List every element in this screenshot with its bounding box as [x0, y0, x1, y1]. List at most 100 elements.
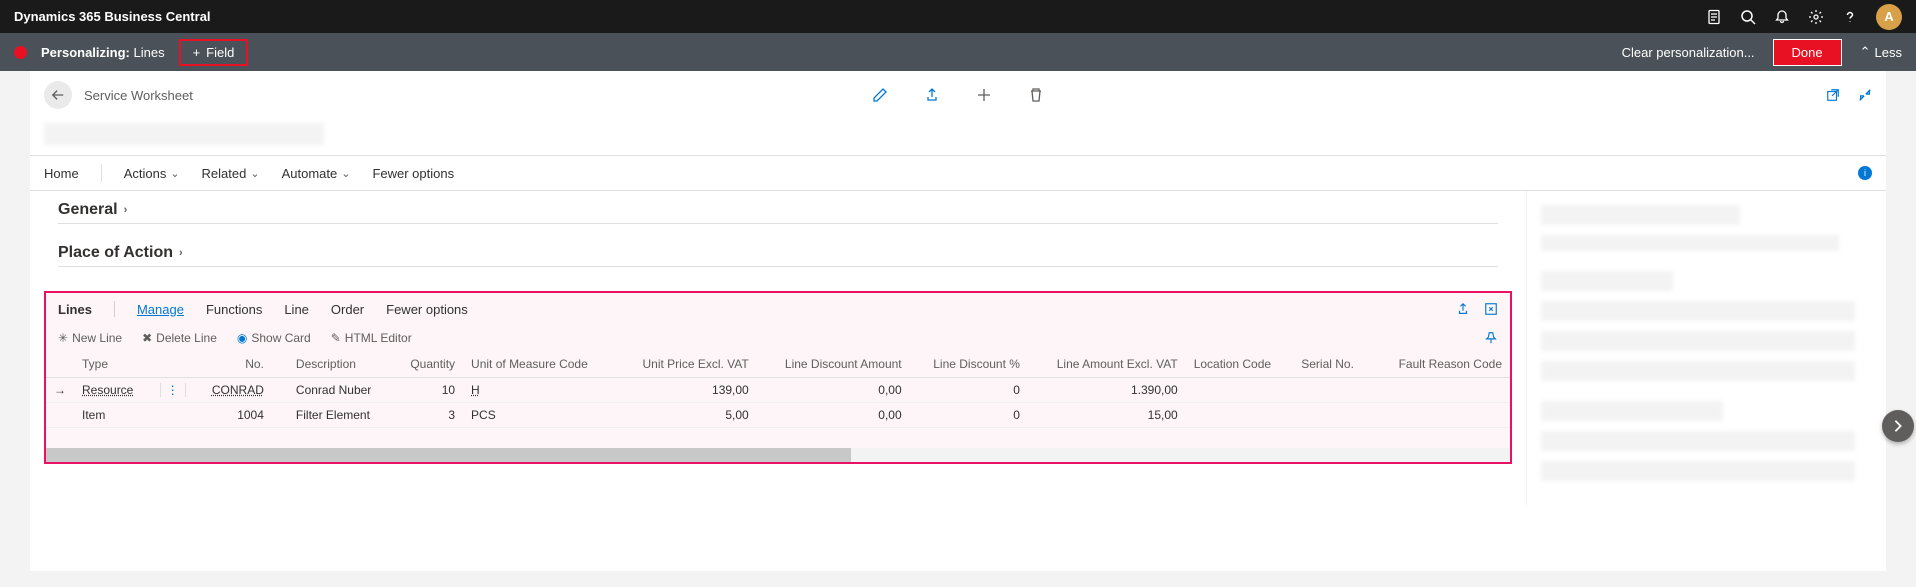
share-icon[interactable]	[924, 87, 940, 103]
cell-type[interactable]: Resource	[82, 383, 133, 397]
cell-no[interactable]: CONRAD	[212, 383, 264, 397]
col-unitprice[interactable]: Unit Price Excl. VAT	[616, 351, 757, 378]
cell-type[interactable]: Item	[74, 403, 152, 428]
share-icon[interactable]	[1456, 302, 1470, 316]
pin-icon[interactable]	[1484, 331, 1498, 345]
app-title: Dynamics 365 Business Central	[14, 9, 1706, 24]
col-discpct[interactable]: Line Discount %	[910, 351, 1028, 378]
cell-discpct[interactable]: 0	[910, 403, 1028, 428]
page-actions-right	[1826, 88, 1872, 102]
plus-icon[interactable]	[976, 87, 992, 103]
lines-tab-order[interactable]: Order	[331, 302, 364, 317]
search-icon[interactable]	[1740, 9, 1756, 25]
personalize-bar: Personalizing: Lines + Field Clear perso…	[0, 33, 1916, 71]
section-place-label: Place of Action	[58, 244, 173, 262]
gear-icon[interactable]	[1808, 9, 1824, 25]
cell-uom[interactable]: H	[471, 383, 480, 397]
lines-tab-manage[interactable]: Manage	[137, 302, 184, 317]
lines-tab-functions[interactable]: Functions	[206, 302, 262, 317]
col-uom[interactable]: Unit of Measure Code	[463, 351, 616, 378]
doc-icon[interactable]	[1706, 9, 1722, 25]
horizontal-scrollbar[interactable]	[46, 448, 1510, 462]
cell-discamt[interactable]: 0,00	[757, 403, 910, 428]
new-line-button[interactable]: ✳New Line	[58, 331, 122, 345]
html-editor-button[interactable]: ✎HTML Editor	[331, 331, 412, 345]
tab-home[interactable]: Home	[44, 166, 79, 181]
next-record-button[interactable]	[1882, 410, 1914, 442]
personalize-label: Personalizing: Lines	[41, 45, 165, 60]
cell-discpct[interactable]: 0	[910, 378, 1028, 403]
lines-actions: ✳New Line ✖Delete Line ◉Show Card ✎HTML …	[46, 325, 1510, 351]
lines-tab-line[interactable]: Line	[284, 302, 309, 317]
collapse-icon[interactable]	[1858, 88, 1872, 102]
cell-lineamt[interactable]: 1.390,00	[1028, 378, 1186, 403]
cell-unitprice[interactable]: 139,00	[616, 378, 757, 403]
col-desc[interactable]: Description	[288, 351, 393, 378]
record-dot-icon	[14, 46, 27, 59]
section-general[interactable]: General ›	[58, 201, 1498, 224]
add-field-button[interactable]: + Field	[179, 39, 249, 66]
delete-line-icon: ✖	[142, 331, 152, 345]
table-row[interactable]: → Resource ⋮ CONRAD Conrad Nuber 10 H 13…	[46, 378, 1510, 403]
cell-no[interactable]: 1004	[194, 403, 272, 428]
cell-desc[interactable]: Filter Element	[288, 403, 393, 428]
factbox-pane	[1526, 191, 1886, 505]
section-general-label: General	[58, 201, 118, 219]
pencil-icon: ✎	[331, 331, 341, 345]
col-fault[interactable]: Fault Reason Code	[1372, 351, 1510, 378]
cell-desc[interactable]: Conrad Nuber	[288, 378, 393, 403]
cell-qty[interactable]: 3	[393, 403, 463, 428]
col-no[interactable]: No.	[194, 351, 272, 378]
section-place-of-action[interactable]: Place of Action ›	[58, 244, 1498, 267]
tab-related[interactable]: Related ⌄	[202, 166, 260, 181]
expand-icon[interactable]	[1484, 302, 1498, 316]
avatar[interactable]: A	[1876, 4, 1902, 30]
show-card-button[interactable]: ◉Show Card	[237, 331, 311, 345]
new-line-icon: ✳	[58, 331, 68, 345]
delete-icon[interactable]	[1028, 87, 1044, 103]
cell-unitprice[interactable]: 5,00	[616, 403, 757, 428]
chevron-right-icon: ›	[124, 204, 128, 216]
lines-title: Lines	[58, 302, 92, 317]
cell-uom[interactable]: PCS	[463, 403, 616, 428]
popout-icon[interactable]	[1826, 88, 1840, 102]
scroll-thumb[interactable]	[46, 448, 851, 462]
lines-table: Type No. Description Quantity Unit of Me…	[46, 351, 1510, 428]
done-button[interactable]: Done	[1773, 39, 1842, 66]
less-toggle[interactable]: ⌃ Less	[1860, 44, 1902, 60]
cell-serial[interactable]	[1293, 378, 1372, 403]
col-loc[interactable]: Location Code	[1186, 351, 1294, 378]
edit-icon[interactable]	[872, 87, 888, 103]
lines-fewer-options[interactable]: Fewer options	[386, 302, 468, 317]
table-row[interactable]: Item 1004 Filter Element 3 PCS 5,00 0,00…	[46, 403, 1510, 428]
info-badge[interactable]: i	[1858, 166, 1872, 180]
tab-actions[interactable]: Actions ⌄	[124, 166, 180, 181]
col-lineamt[interactable]: Line Amount Excl. VAT	[1028, 351, 1186, 378]
cell-loc[interactable]	[1186, 378, 1294, 403]
lines-panel: Lines Manage Functions Line Order Fewer …	[44, 291, 1512, 464]
fewer-options[interactable]: Fewer options	[372, 166, 454, 181]
cell-fault[interactable]	[1372, 378, 1510, 403]
tab-automate[interactable]: Automate ⌄	[282, 166, 351, 181]
chevron-right-icon: ›	[179, 247, 183, 259]
row-selector-icon[interactable]: →	[54, 383, 66, 397]
cell-lineamt[interactable]: 15,00	[1028, 403, 1186, 428]
clear-personalization-link[interactable]: Clear personalization...	[1622, 45, 1755, 60]
col-type[interactable]: Type	[74, 351, 152, 378]
cell-fault[interactable]	[1372, 403, 1510, 428]
redacted-title	[44, 123, 324, 145]
row-menu-icon[interactable]: ⋮	[160, 383, 186, 397]
cell-discamt[interactable]: 0,00	[757, 378, 910, 403]
less-label: Less	[1875, 45, 1902, 60]
breadcrumb: Service Worksheet	[84, 88, 193, 103]
back-button[interactable]	[44, 81, 72, 109]
help-icon[interactable]	[1842, 9, 1858, 25]
cell-qty[interactable]: 10	[393, 378, 463, 403]
col-discamt[interactable]: Line Discount Amount	[757, 351, 910, 378]
cell-loc[interactable]	[1186, 403, 1294, 428]
col-serial[interactable]: Serial No.	[1293, 351, 1372, 378]
bell-icon[interactable]	[1774, 9, 1790, 25]
col-qty[interactable]: Quantity	[393, 351, 463, 378]
delete-line-button[interactable]: ✖Delete Line	[142, 331, 217, 345]
cell-serial[interactable]	[1293, 403, 1372, 428]
